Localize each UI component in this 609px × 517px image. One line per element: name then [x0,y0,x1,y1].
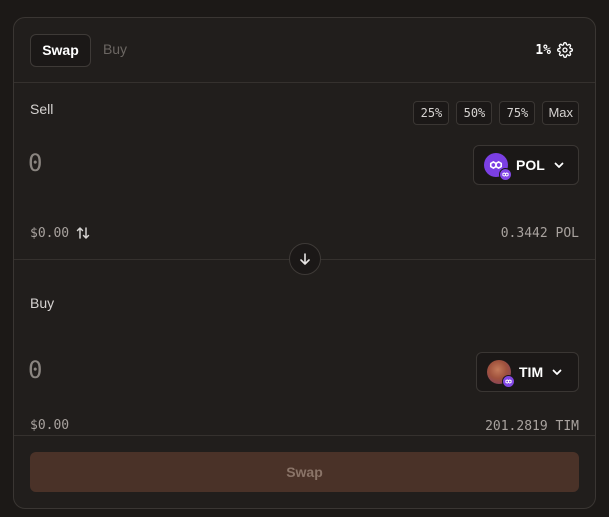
max-button[interactable]: Max [542,101,579,125]
buy-balance[interactable]: 201.2819 TIM [485,419,579,434]
swap-widget: Swap Buy 1% Sell 25% 50% 75% Max 0 POL $… [13,17,596,509]
sell-usd-value: $0.00 [30,225,91,241]
chain-badge-icon [502,375,515,388]
percent-buttons: 25% 50% 75% Max [413,101,579,125]
percent-75-button[interactable]: 75% [499,101,536,125]
sell-token-selector[interactable]: POL [473,145,579,185]
arrow-down-icon [300,253,310,265]
gear-icon [557,42,573,58]
buy-amount-input[interactable] [28,353,328,387]
chain-badge-icon [499,168,512,181]
buy-token-selector[interactable]: TIM [476,352,579,392]
sell-balance[interactable]: 0.3442 POL [501,226,579,241]
slippage-value: 1% [535,42,551,58]
buy-usd-value: $0.00 [30,418,69,433]
chevron-down-icon [552,369,562,375]
buy-panel: Buy TIM $0.00 201.2819 TIM [14,261,595,436]
chevron-down-icon [554,162,564,168]
tim-token-logo [487,360,515,388]
swap-submit-button[interactable]: Swap [30,452,579,492]
buy-usd-amount: $0.00 [30,418,70,433]
sell-usd-amount: $0.00 [30,225,70,241]
percent-50-button[interactable]: 50% [456,101,493,125]
flip-direction-button[interactable] [289,243,321,275]
percent-25-button[interactable]: 25% [413,101,450,125]
sell-label: Sell [30,101,54,117]
sell-token-symbol: POL [516,157,545,173]
tab-swap[interactable]: Swap [30,34,91,67]
buy-label: Buy [30,295,55,311]
tab-buy[interactable]: Buy [100,34,130,67]
sell-amount-input[interactable] [28,146,328,180]
pol-token-logo [484,153,512,181]
sell-panel: Sell 25% 50% 75% Max POL $0.00 [14,84,595,260]
swap-vertical-icon[interactable] [75,225,91,241]
widget-header: Swap Buy 1% [14,18,595,83]
slippage-settings-button[interactable]: 1% [535,40,573,60]
buy-token-symbol: TIM [519,364,544,380]
